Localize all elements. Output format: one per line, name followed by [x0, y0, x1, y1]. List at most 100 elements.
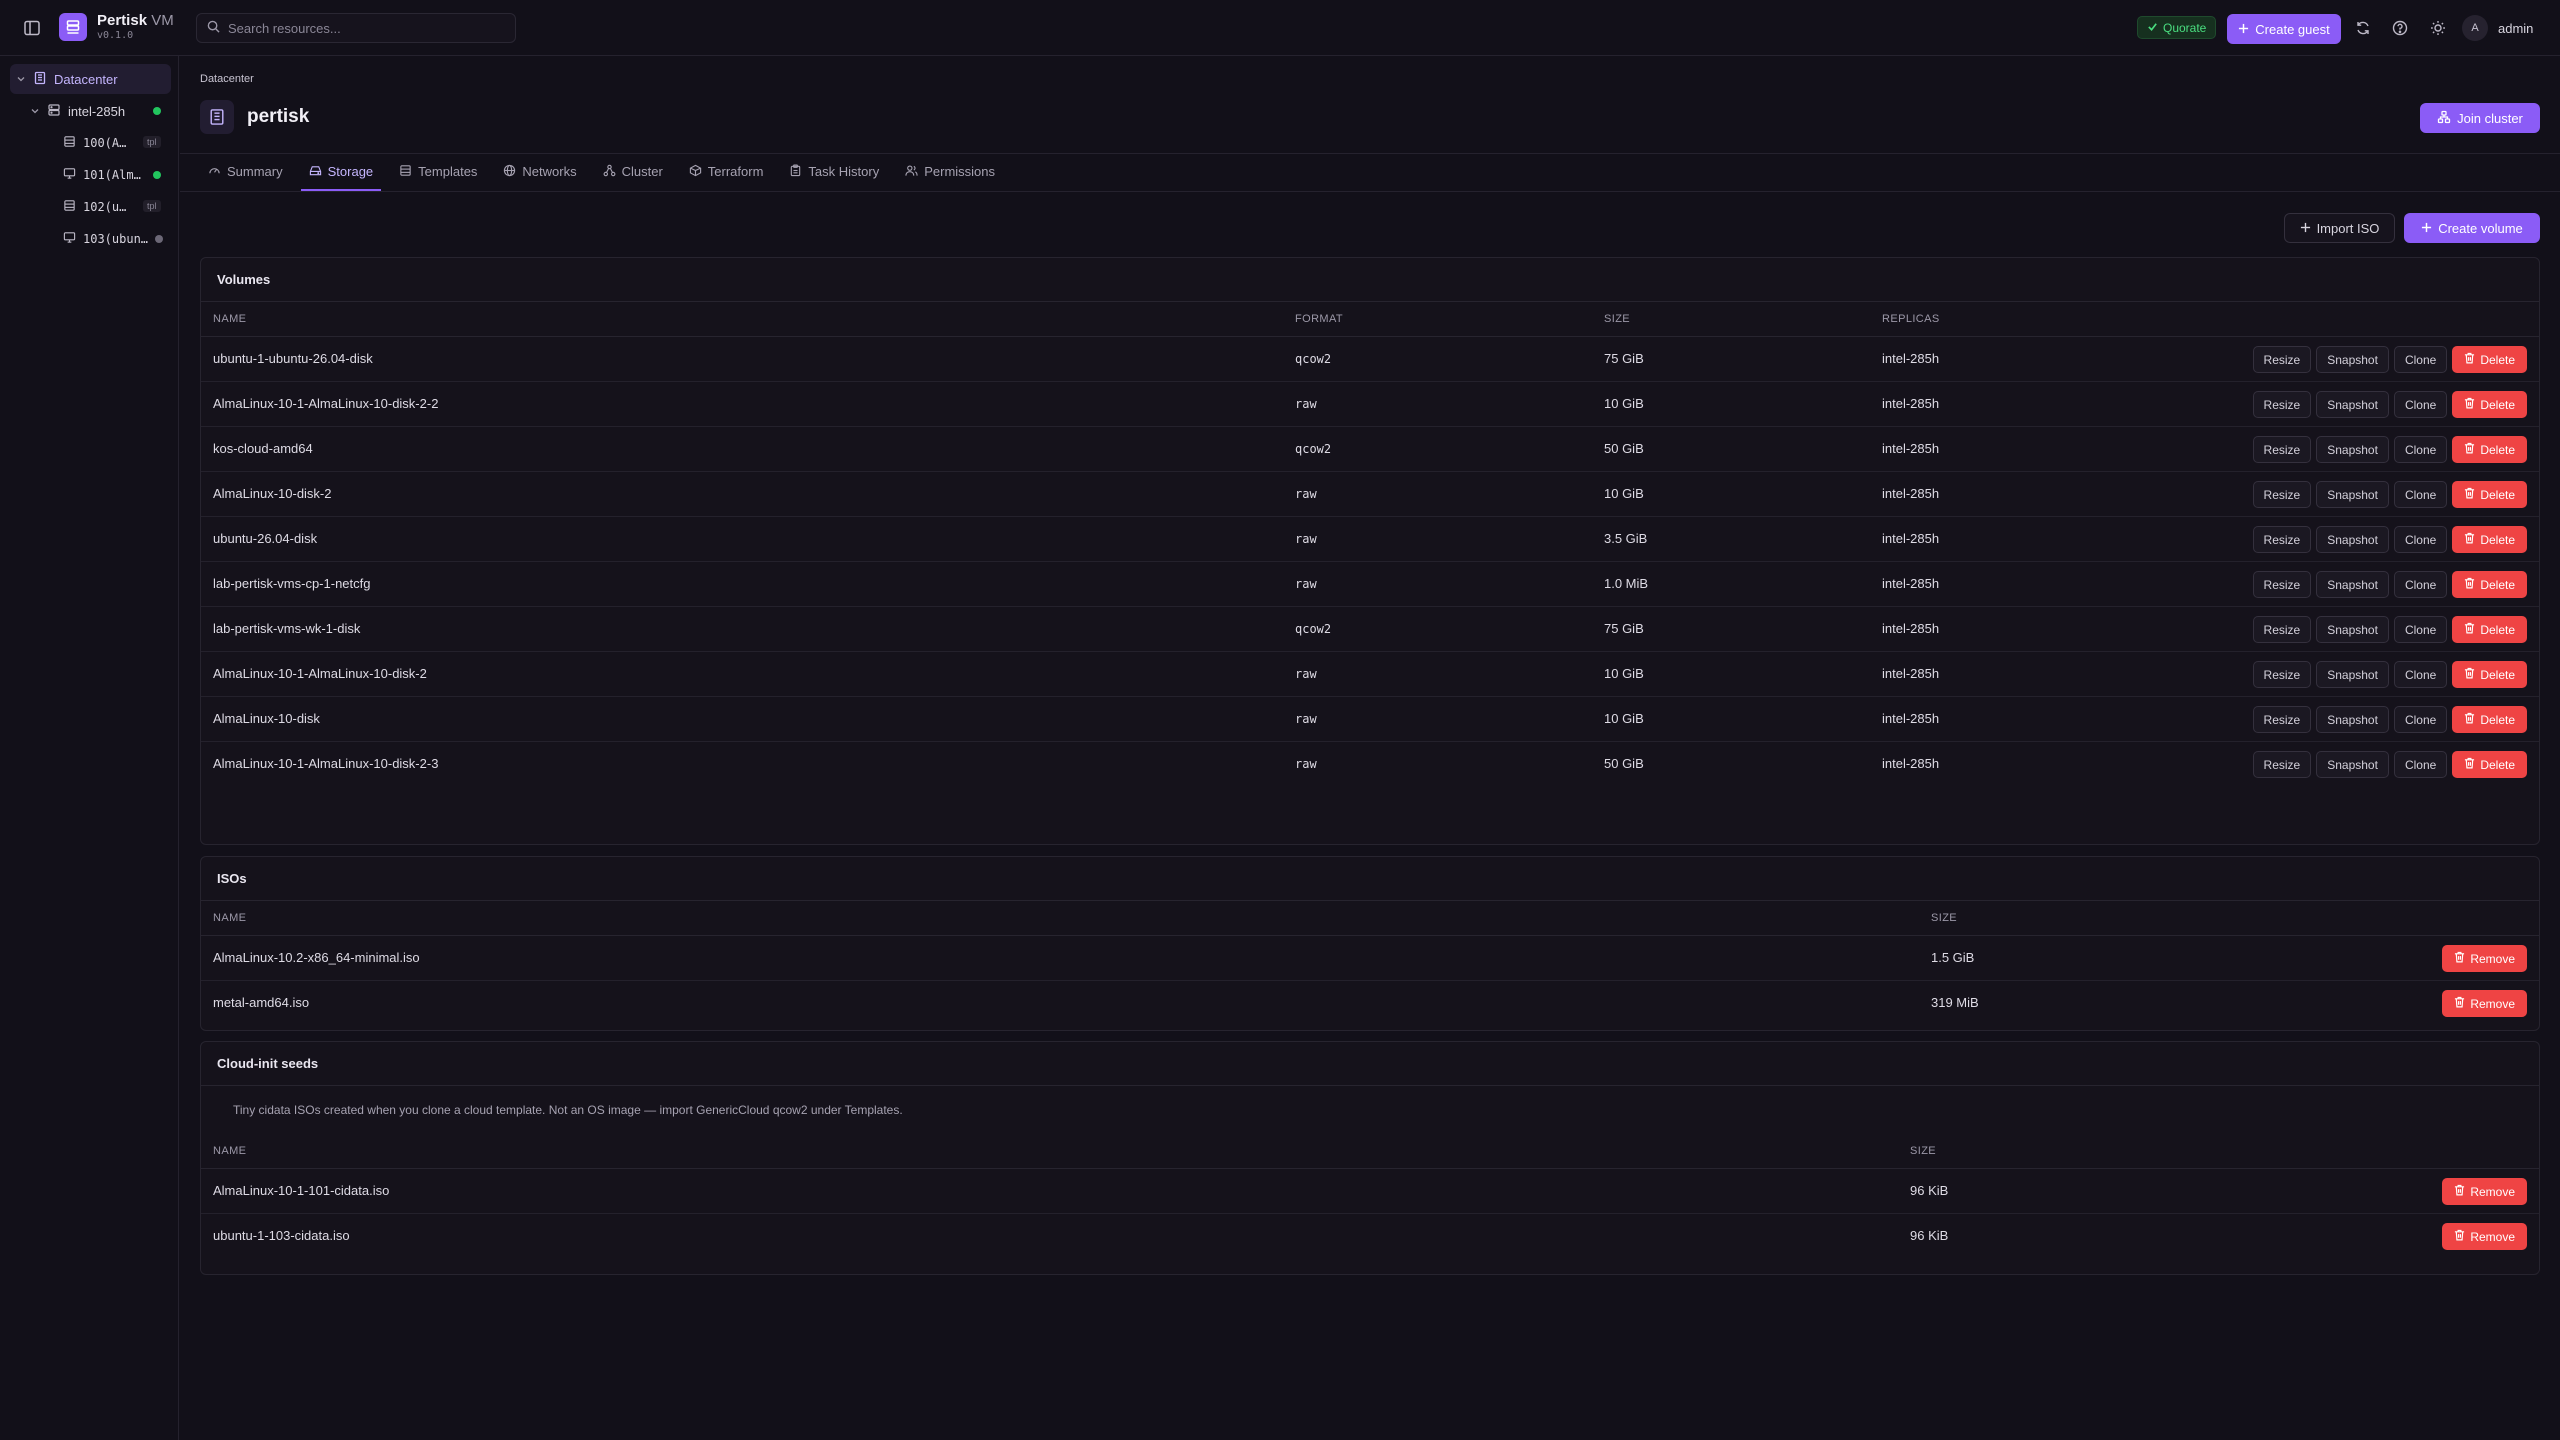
resize-button[interactable]: Resize	[2252, 481, 2312, 508]
import-iso-label: Import ISO	[2316, 220, 2380, 236]
delete-label: Delete	[2480, 757, 2515, 772]
clone-button[interactable]: Clone	[2393, 661, 2448, 688]
tree-item-label: 101(Alm…	[83, 168, 141, 182]
volume-size: 1.0 MiB	[1604, 576, 1649, 591]
guest-status-dot	[155, 235, 163, 243]
clone-button[interactable]: Clone	[2393, 436, 2448, 463]
snapshot-button[interactable]: Snapshot	[2316, 346, 2389, 373]
user-name: admin	[2498, 20, 2534, 36]
resize-button[interactable]: Resize	[2252, 571, 2312, 598]
seeds-table-body: AlmaLinux-10-1-101-cidata.iso 96 KiB Remov…	[201, 1169, 2539, 1259]
tab-permissions[interactable]: Permissions	[897, 154, 1003, 191]
clone-button[interactable]: Clone	[2393, 391, 2448, 418]
delete-button[interactable]: Delete	[2452, 526, 2527, 553]
tab-task-history[interactable]: Task History	[781, 154, 887, 191]
tab-label: Terraform	[707, 164, 764, 179]
delete-button[interactable]: Delete	[2452, 346, 2527, 373]
snapshot-button[interactable]: Snapshot	[2316, 661, 2389, 688]
snapshot-button[interactable]: Snapshot	[2316, 526, 2389, 553]
tree-item-guest-102[interactable]: 102(u… tpl	[63, 192, 171, 222]
tab-networks[interactable]: Networks	[495, 154, 584, 191]
chevron-down-icon[interactable]	[16, 72, 26, 87]
column-header-size: SIZE	[1910, 1145, 1937, 1157]
tree-item-guest-100[interactable]: 100(A… tpl	[63, 128, 171, 158]
resize-button[interactable]: Resize	[2252, 346, 2312, 373]
clone-button[interactable]: Clone	[2393, 346, 2448, 373]
delete-button[interactable]: Delete	[2452, 751, 2527, 778]
app-name-text: Pertisk	[97, 12, 148, 29]
file-name: metal-amd64.iso	[213, 995, 310, 1010]
remove-label: Remove	[2470, 996, 2515, 1011]
trash-icon	[2454, 996, 2465, 1011]
chevron-down-icon[interactable]	[30, 104, 40, 119]
delete-button[interactable]: Delete	[2452, 706, 2527, 733]
datacenter-icon	[200, 100, 234, 134]
delete-button[interactable]: Delete	[2452, 481, 2527, 508]
refresh-icon[interactable]	[2351, 16, 2375, 40]
trash-icon	[2464, 622, 2475, 637]
column-header-format: FORMAT	[1295, 313, 1344, 325]
resize-button[interactable]: Resize	[2252, 616, 2312, 643]
resize-button[interactable]: Resize	[2252, 436, 2312, 463]
help-icon[interactable]	[2388, 16, 2412, 40]
clone-button[interactable]: Clone	[2393, 526, 2448, 553]
clone-button[interactable]: Clone	[2393, 616, 2448, 643]
tree-item-guest-101[interactable]: 101(Alm…	[63, 160, 171, 190]
tab-terraform[interactable]: Terraform	[681, 154, 772, 191]
seeds-description: Tiny cidata ISOs created when you clone …	[233, 1103, 903, 1117]
check-icon	[2147, 21, 2158, 35]
snapshot-button[interactable]: Snapshot	[2316, 481, 2389, 508]
tab-templates[interactable]: Templates	[391, 154, 485, 191]
isos-table-header: NAME SIZE	[201, 901, 2539, 936]
snapshot-button[interactable]: Snapshot	[2316, 436, 2389, 463]
clone-button[interactable]: Clone	[2393, 706, 2448, 733]
tab-summary[interactable]: Summary	[200, 154, 291, 191]
tree-item-datacenter[interactable]: Datacenter	[10, 64, 171, 94]
row-actions: Resize Snapshot Clone Delete	[2252, 391, 2527, 418]
snapshot-button[interactable]: Snapshot	[2316, 706, 2389, 733]
breadcrumb[interactable]: Datacenter	[200, 73, 254, 85]
remove-button[interactable]: Remove	[2442, 990, 2527, 1017]
plus-icon	[2300, 221, 2311, 236]
snapshot-button[interactable]: Snapshot	[2316, 391, 2389, 418]
tree-item-guest-103[interactable]: 103(ubun…	[63, 224, 171, 254]
import-iso-button[interactable]: Import ISO	[2284, 213, 2395, 243]
tree-item-node[interactable]: intel-285h	[30, 96, 171, 126]
sidebar-toggle-icon[interactable]	[20, 16, 44, 40]
clone-button[interactable]: Clone	[2393, 571, 2448, 598]
remove-button[interactable]: Remove	[2442, 1178, 2527, 1205]
clone-button[interactable]: Clone	[2393, 751, 2448, 778]
snapshot-button[interactable]: Snapshot	[2316, 571, 2389, 598]
remove-button[interactable]: Remove	[2442, 1223, 2527, 1250]
trash-icon	[2464, 397, 2475, 412]
tab-storage[interactable]: Storage	[300, 154, 382, 191]
volume-size: 50 GiB	[1604, 441, 1644, 456]
create-guest-button[interactable]: Create guest	[2227, 14, 2341, 44]
delete-button[interactable]: Delete	[2452, 571, 2527, 598]
clone-button[interactable]: Clone	[2393, 481, 2448, 508]
resize-button[interactable]: Resize	[2252, 526, 2312, 553]
join-cluster-button[interactable]: Join cluster	[2420, 103, 2540, 133]
resize-button[interactable]: Resize	[2252, 706, 2312, 733]
resize-button[interactable]: Resize	[2252, 391, 2312, 418]
search-input[interactable]	[228, 20, 508, 36]
resize-button[interactable]: Resize	[2252, 751, 2312, 778]
resize-button[interactable]: Resize	[2252, 661, 2312, 688]
snapshot-button[interactable]: Snapshot	[2316, 751, 2389, 778]
table-row: AlmaLinux-10-1-AlmaLinux-10-disk-2-2 raw 1…	[201, 382, 2539, 427]
create-volume-button[interactable]: Create volume	[2404, 213, 2540, 243]
snapshot-button[interactable]: Snapshot	[2316, 616, 2389, 643]
theme-toggle-icon[interactable]	[2426, 16, 2450, 40]
remove-button[interactable]: Remove	[2442, 945, 2527, 972]
user-menu[interactable]: A admin	[2462, 14, 2533, 42]
delete-label: Delete	[2480, 577, 2515, 592]
delete-button[interactable]: Delete	[2452, 391, 2527, 418]
tab-cluster[interactable]: Cluster	[595, 154, 671, 191]
volume-replicas: intel-285h	[1882, 486, 1940, 501]
delete-button[interactable]: Delete	[2452, 616, 2527, 643]
create-guest-label: Create guest	[2255, 21, 2330, 37]
delete-button[interactable]: Delete	[2452, 436, 2527, 463]
volume-format: raw	[1295, 397, 1317, 411]
delete-button[interactable]: Delete	[2452, 661, 2527, 688]
tree-item-label: 102(u…	[83, 200, 127, 214]
